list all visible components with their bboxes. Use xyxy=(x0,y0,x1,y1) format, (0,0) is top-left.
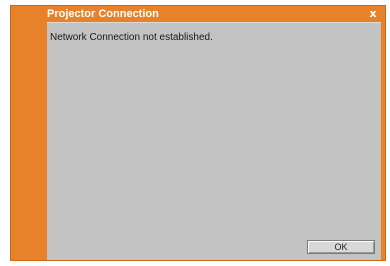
dialog-content: Network Connection not established. OK xyxy=(47,22,381,260)
ok-button[interactable]: OK xyxy=(307,240,375,254)
window-title: Projector Connection xyxy=(47,8,159,20)
close-icon[interactable]: x xyxy=(367,8,379,20)
status-message: Network Connection not established. xyxy=(50,32,213,43)
projector-connection-dialog: Projector Connection x Network Connectio… xyxy=(10,5,386,261)
title-bar[interactable]: Projector Connection x xyxy=(11,6,385,22)
